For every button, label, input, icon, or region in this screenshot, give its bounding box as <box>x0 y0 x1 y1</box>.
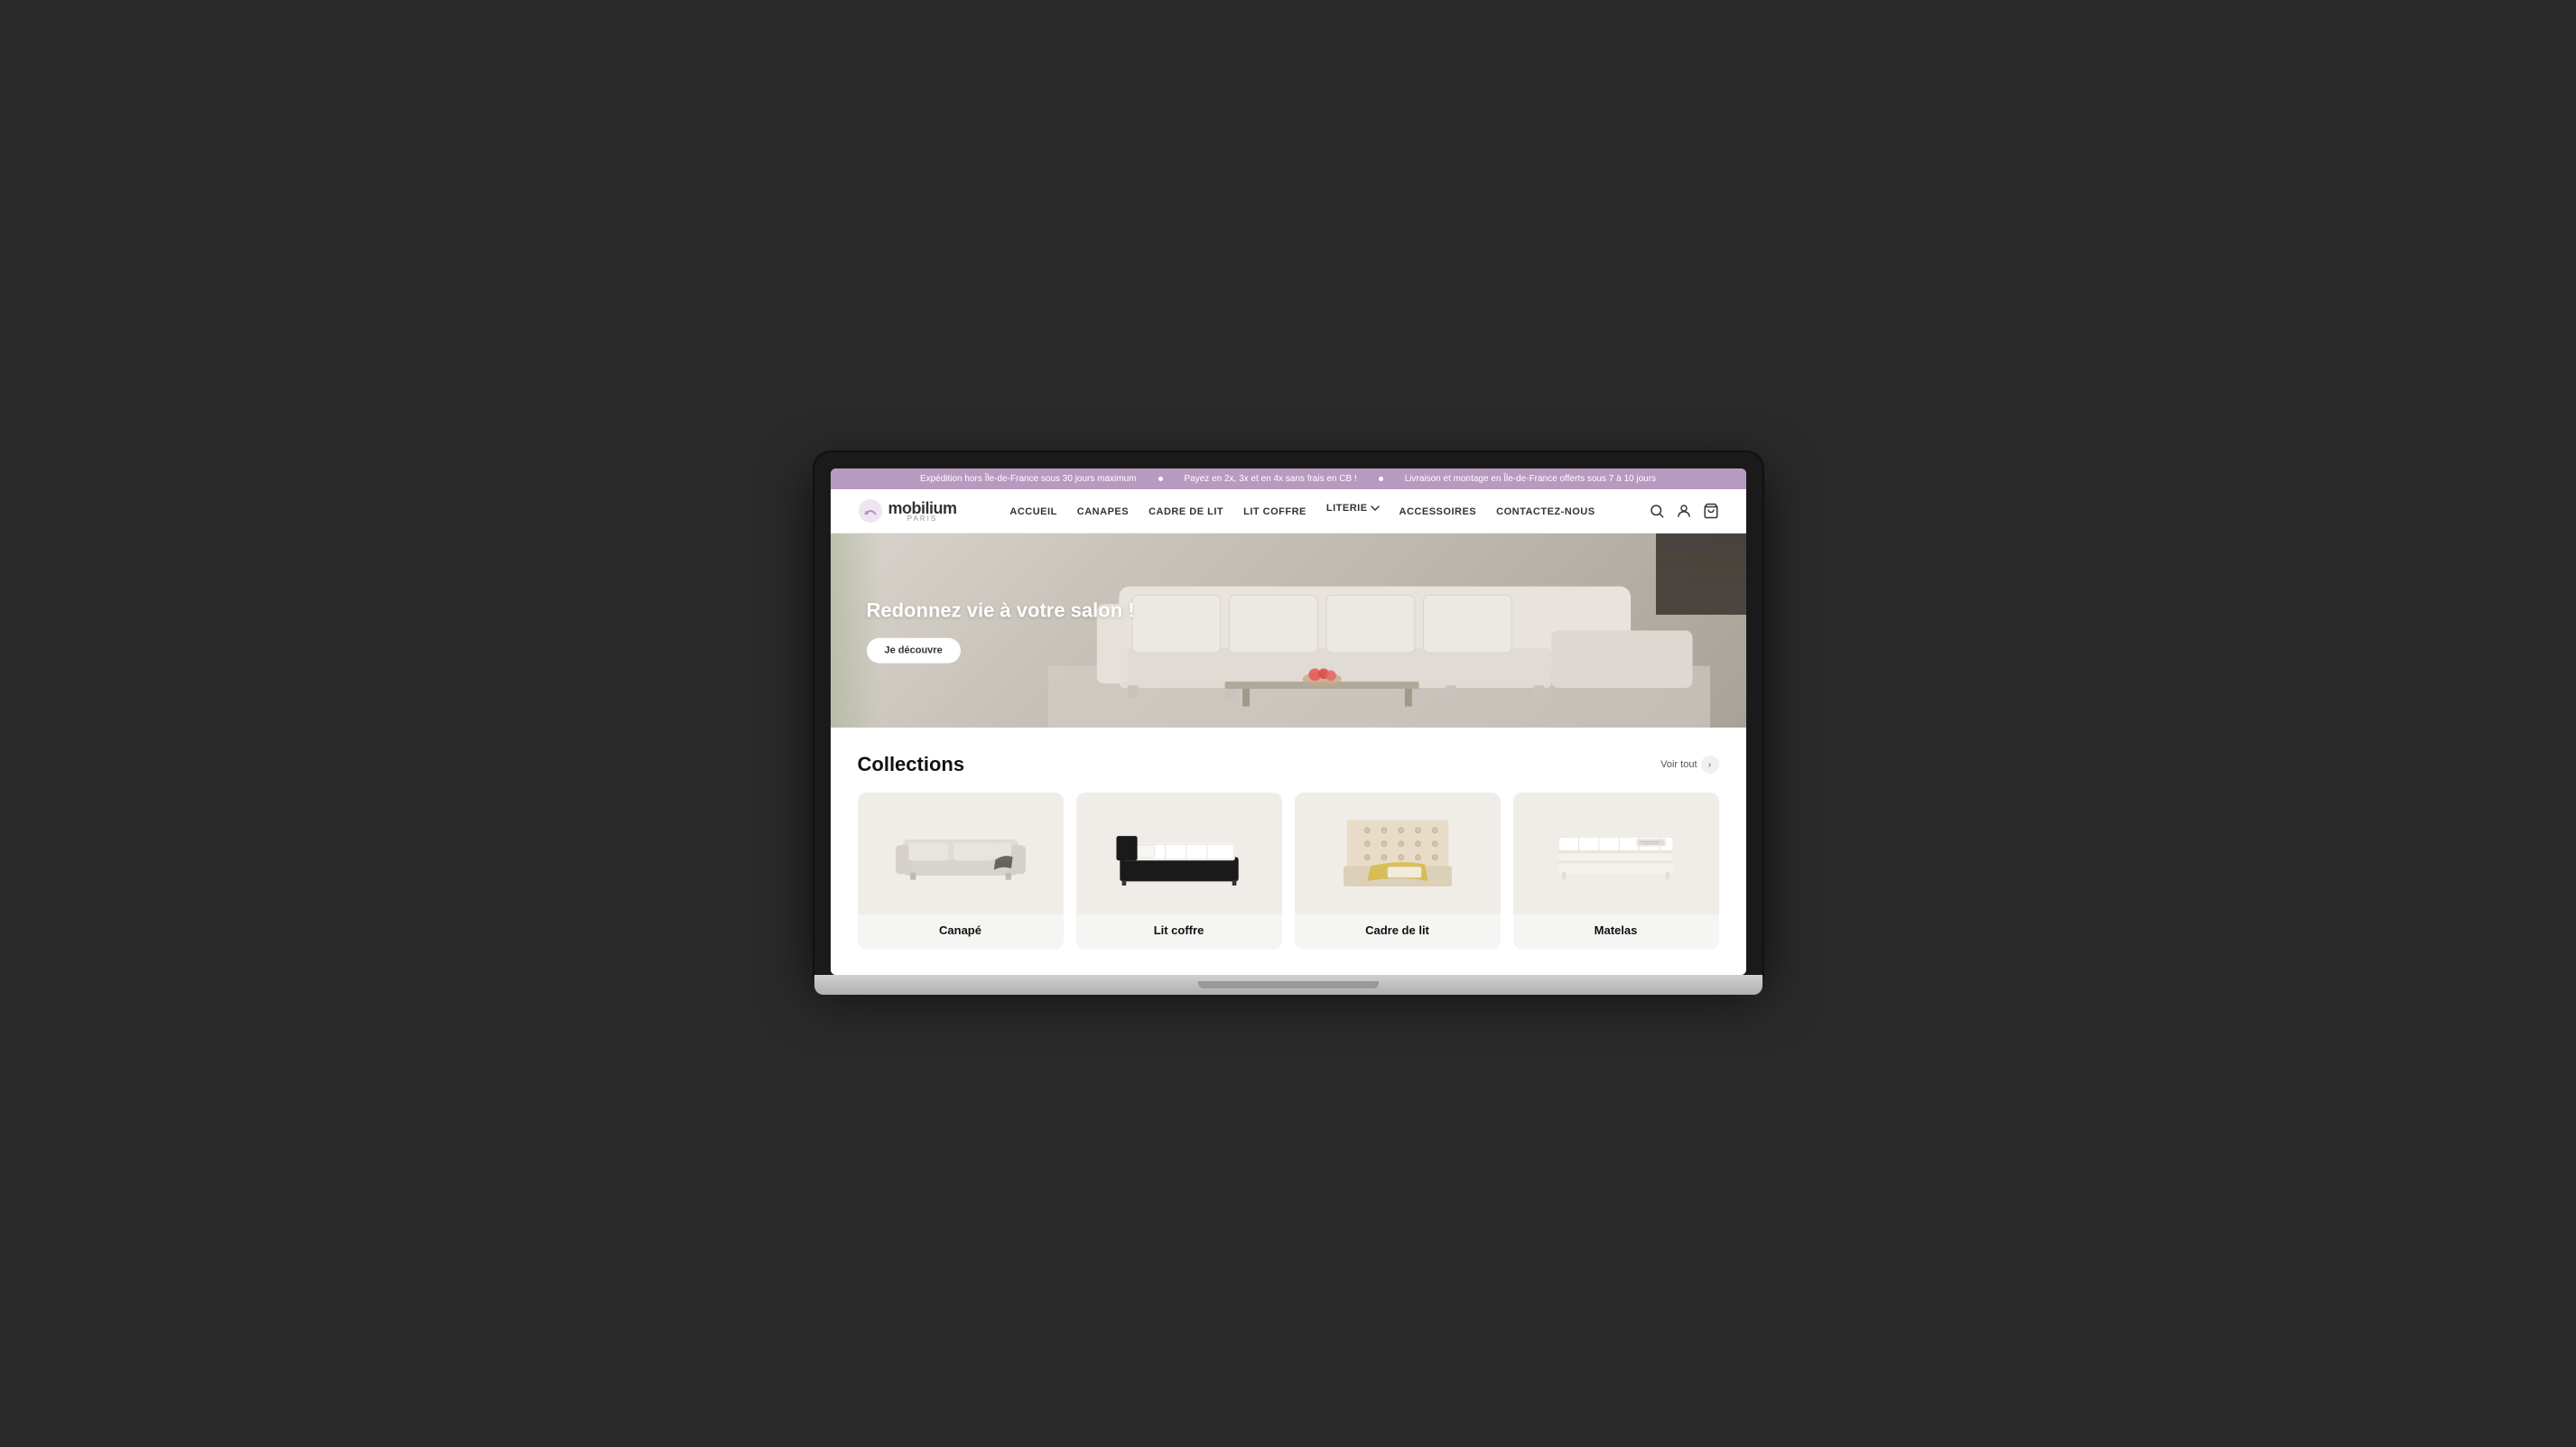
browser-window: Expédition hors Île-de-France sous 30 jo… <box>831 468 1746 975</box>
literie-dropdown-icon <box>1371 506 1380 511</box>
collection-label-matelas: Matelas <box>1595 923 1638 937</box>
collection-card-cadrelit[interactable]: Cadre de lit <box>1295 793 1501 950</box>
voir-tout-button[interactable]: Voir tout › <box>1660 756 1718 774</box>
laptop-base <box>814 975 1762 995</box>
banner-message-2: Payez en 2x, 3x et en 4x sans frais en C… <box>1185 474 1357 484</box>
nav-link-cadrelit[interactable]: CADRE DE LIT <box>1149 506 1223 517</box>
nav-item-contact[interactable]: CONTACTEZ-NOUS <box>1496 503 1595 519</box>
litcoffre-illustration <box>1107 815 1251 892</box>
search-icon[interactable] <box>1649 503 1665 519</box>
logo[interactable]: mobilium PARIS <box>858 498 957 524</box>
collection-card-litcoffre[interactable]: Lit coffre <box>1076 793 1282 950</box>
nav-item-accessoires[interactable]: ACCESSOIRES <box>1400 503 1477 519</box>
nav-item-cadrelit[interactable]: CADRE DE LIT <box>1149 503 1223 519</box>
collections-section: Collections Voir tout › <box>831 728 1746 975</box>
collections-title: Collections <box>858 753 965 776</box>
logo-icon <box>858 498 883 524</box>
collection-img-canape <box>858 793 1064 914</box>
nav-icons <box>1649 503 1719 519</box>
nav-link-litcoffre[interactable]: LIT COFFRE <box>1243 506 1307 517</box>
hero-cta-button[interactable]: Je découvre <box>867 638 961 663</box>
nav-link-contact[interactable]: CONTACTEZ-NOUS <box>1496 506 1595 517</box>
account-icon[interactable] <box>1676 503 1692 519</box>
collection-img-litcoffre <box>1076 793 1282 914</box>
cart-icon[interactable] <box>1703 503 1719 519</box>
nav-link-literie[interactable]: LITERIE <box>1326 503 1380 514</box>
nav-item-literie[interactable]: LITERIE <box>1326 503 1380 519</box>
voir-tout-arrow-icon: › <box>1701 756 1719 774</box>
collections-header: Collections Voir tout › <box>858 753 1719 776</box>
nav-link-canapes[interactable]: CANAPES <box>1077 506 1129 517</box>
collection-card-canape[interactable]: Canapé <box>858 793 1064 950</box>
canape-illustration <box>888 818 1033 890</box>
matelas-illustration <box>1541 817 1690 891</box>
nav-item-accueil[interactable]: ACCUEIL <box>1009 503 1056 519</box>
collection-label-canape: Canapé <box>939 923 981 937</box>
banner-dot-1 <box>1158 477 1163 481</box>
collection-img-matelas <box>1513 793 1719 914</box>
navbar: mobilium PARIS ACCUEIL CANAPES CADRE DE … <box>831 489 1746 533</box>
hero-section: Redonnez vie à votre salon ! Je découvre <box>831 533 1746 728</box>
screen-bezel: Expédition hors Île-de-France sous 30 jo… <box>814 452 1762 975</box>
collection-label-cadrelit: Cadre de lit <box>1365 923 1429 937</box>
laptop-container: Expédition hors Île-de-France sous 30 jo… <box>814 452 1762 995</box>
banner-message-1: Expédition hors Île-de-France sous 30 jo… <box>920 474 1137 484</box>
nav-item-litcoffre[interactable]: LIT COFFRE <box>1243 503 1307 519</box>
collection-card-matelas[interactable]: Matelas <box>1513 793 1719 950</box>
promo-banner: Expédition hors Île-de-France sous 30 jo… <box>831 468 1746 489</box>
banner-dot-2 <box>1379 477 1383 481</box>
nav-item-canapes[interactable]: CANAPES <box>1077 503 1129 519</box>
collection-label-litcoffre: Lit coffre <box>1154 923 1204 937</box>
nav-links: ACCUEIL CANAPES CADRE DE LIT LIT COFFRE … <box>975 503 1631 519</box>
voir-tout-label: Voir tout <box>1660 759 1697 770</box>
nav-link-accessoires[interactable]: ACCESSOIRES <box>1400 506 1477 517</box>
banner-message-3: Livraison et montage en Île-de-France of… <box>1405 474 1656 484</box>
hero-content: Redonnez vie à votre salon ! Je découvre <box>867 598 1135 663</box>
nav-link-accueil[interactable]: ACCUEIL <box>1009 506 1056 517</box>
hero-title: Redonnez vie à votre salon ! <box>867 598 1135 624</box>
collections-grid: Canapé <box>858 793 1719 950</box>
cadrelit-illustration <box>1325 813 1470 895</box>
hero-bookshelf <box>1656 533 1746 615</box>
collection-img-cadrelit <box>1295 793 1501 914</box>
